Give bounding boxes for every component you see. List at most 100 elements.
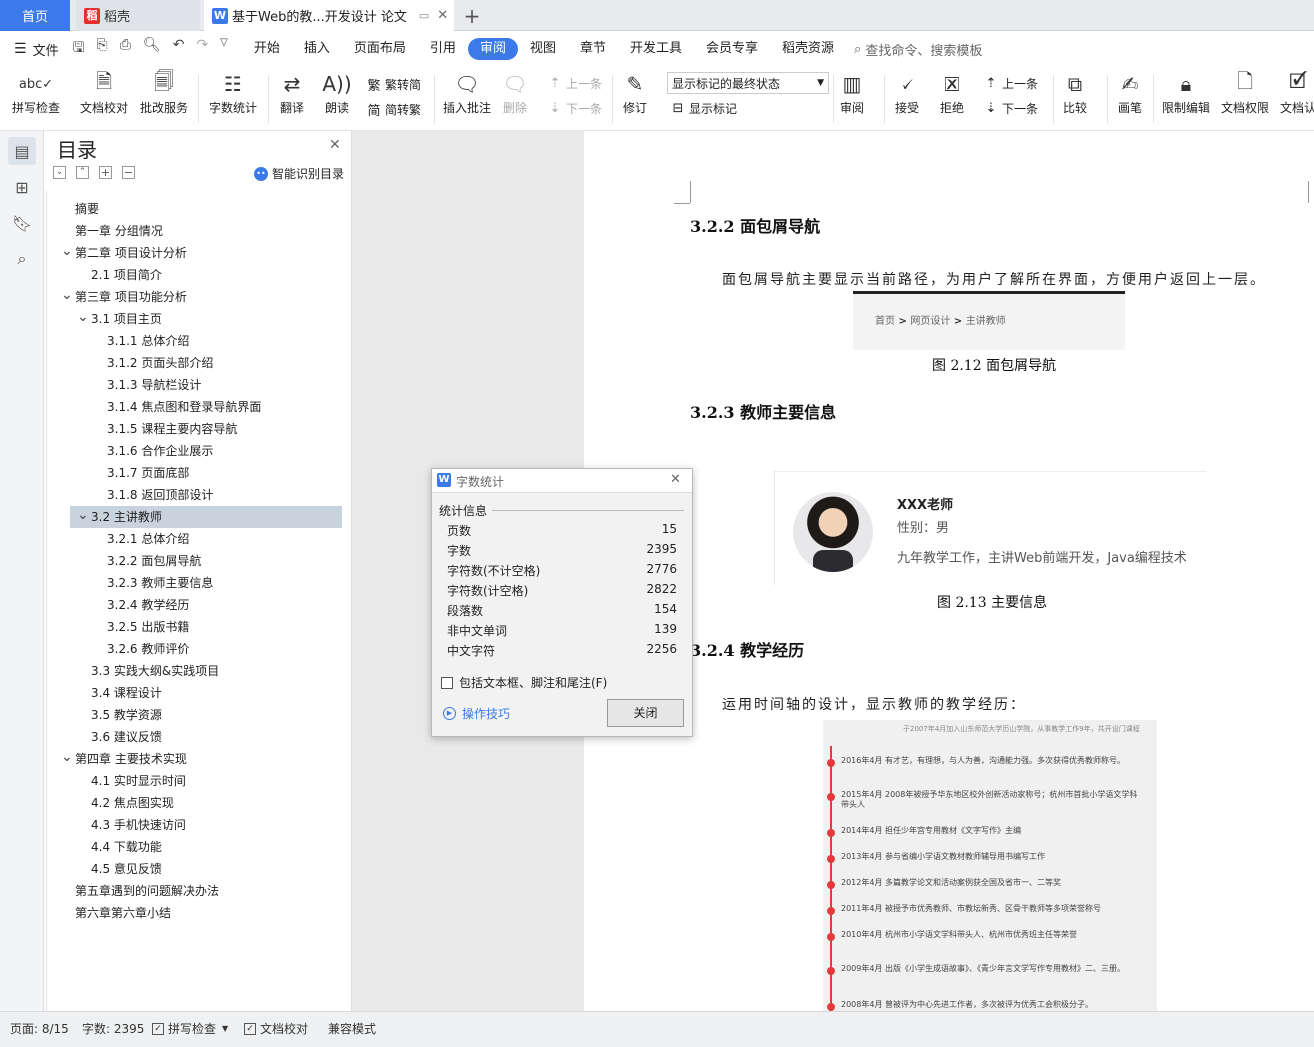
toc-item[interactable]: 3.1 项目主页: [91, 308, 162, 330]
smart-toc-button[interactable]: •• 智能识别目录: [254, 165, 344, 182]
toc-item[interactable]: 3.1.6 合作企业展示: [107, 440, 213, 462]
tab-document[interactable]: W 基于Web的教...开发设计 论文 ▭ ✕: [204, 0, 454, 31]
simp-to-trad-button[interactable]: 简简转繁: [366, 100, 421, 119]
ribbon-tab-2[interactable]: 页面布局: [342, 38, 418, 60]
toc-item[interactable]: 3.2.3 教师主要信息: [107, 572, 213, 594]
dialog-close-icon[interactable]: ✕: [670, 472, 681, 487]
toc-item[interactable]: 第一章 分组情况: [75, 220, 163, 242]
accept-button[interactable]: 🗸 接受: [893, 69, 921, 116]
reject-button[interactable]: 🗷 拒绝: [938, 69, 966, 116]
page-indicator[interactable]: 页面: 8/15: [10, 1020, 69, 1037]
print-preview-icon[interactable]: 🔍︎: [143, 37, 161, 61]
file-menu[interactable]: ☰ 文件: [0, 40, 59, 59]
toc-item[interactable]: 摘要: [75, 198, 99, 220]
batch-service-button[interactable]: 🗐 批改服务: [140, 69, 188, 116]
command-search[interactable]: ⌕ 查找命令、搜索模板: [854, 40, 982, 59]
prev-change-button[interactable]: ⇡ 上一条: [983, 75, 1038, 92]
toc-item[interactable]: 3.2.5 出版书籍: [107, 616, 189, 638]
toc-item[interactable]: 3.1.8 返回顶部设计: [107, 484, 213, 506]
close-tab-icon[interactable]: ✕: [437, 8, 448, 23]
tips-link[interactable]: ▶ 操作技巧: [443, 705, 510, 722]
spell-check-status[interactable]: ✓ 拼写检查 ▼: [152, 1020, 228, 1037]
doc-proof-status[interactable]: ✓ 文档校对: [244, 1020, 308, 1037]
ribbon-tab-9[interactable]: 稻壳资源: [770, 38, 846, 60]
pin-tab-icon[interactable]: ▭: [419, 9, 429, 22]
redo-icon[interactable]: ↷: [196, 37, 208, 61]
bookmark-icon[interactable]: 🔖︎: [8, 209, 36, 237]
word-count-indicator[interactable]: 字数: 2395: [82, 1020, 144, 1037]
toc-item[interactable]: 4.5 意见反馈: [91, 858, 162, 880]
doc-proof-button[interactable]: 🗎 文档校对: [80, 69, 128, 116]
ribbon-tab-1[interactable]: 插入: [292, 38, 342, 60]
toc-item[interactable]: 4.2 焦点图实现: [91, 792, 174, 814]
show-markup-button[interactable]: ⊟ 显示标记: [670, 100, 737, 117]
close-pane-icon[interactable]: ✕: [329, 137, 341, 153]
toc-item[interactable]: 3.2.1 总体介绍: [107, 528, 189, 550]
toc-item[interactable]: 3.1.3 导航栏设计: [107, 374, 201, 396]
toc-item[interactable]: 3.5 教学资源: [91, 704, 162, 726]
document-page[interactable]: 3.2.2 面包屑导航 面包屑导航主要显示当前路径，为用户了解所在界面，方便用户…: [584, 131, 1314, 1011]
toc-item[interactable]: 第五章遇到的问题解决办法: [75, 880, 219, 902]
toc-panel-icon[interactable]: ▤: [8, 137, 36, 165]
ribbon-tab-4[interactable]: 审阅: [467, 38, 518, 60]
spell-check-button[interactable]: abc✓ 拼写检查: [12, 69, 60, 116]
toc-item[interactable]: 第六章第六章小结: [75, 902, 171, 924]
toc-item[interactable]: 3.1.1 总体介绍: [107, 330, 189, 352]
include-textbox-checkbox[interactable]: 包括文本框、脚注和尾注(F): [441, 674, 607, 691]
toc-collapse-chevron-icon[interactable]: ⌄: [77, 508, 89, 522]
word-count-button[interactable]: ☷ 字数统计: [209, 69, 257, 116]
chapter-nav-icon[interactable]: ⊞: [8, 173, 36, 201]
ribbon-tab-6[interactable]: 章节: [568, 38, 618, 60]
customize-toolbar-icon[interactable]: ▽: [220, 37, 228, 61]
close-button[interactable]: 关闭: [607, 699, 684, 727]
track-changes-button[interactable]: ✎ 修订: [621, 69, 649, 116]
ribbon-tab-3[interactable]: 引用: [418, 38, 468, 60]
toc-item[interactable]: 第四章 主要技术实现: [75, 748, 187, 770]
doc-permission-button[interactable]: 🗋 文档权限: [1221, 69, 1269, 116]
next-comment-button[interactable]: ⇣ 下一条: [547, 100, 602, 117]
add-heading-icon[interactable]: +: [99, 166, 112, 179]
ribbon-tab-7[interactable]: 开发工具: [618, 38, 694, 60]
toc-collapse-chevron-icon[interactable]: ⌄: [77, 310, 89, 324]
toc-item[interactable]: 3.1.5 课程主要内容导航: [107, 418, 237, 440]
toc-item[interactable]: 4.3 手机快速访问: [91, 814, 186, 836]
toc-item[interactable]: 3.3 实践大纲&实践项目: [91, 660, 219, 682]
toc-item[interactable]: 2.1 项目简介: [91, 264, 162, 286]
translate-button[interactable]: ⇄ 翻译: [278, 69, 306, 116]
compare-button[interactable]: ⧉ 比较: [1061, 69, 1089, 116]
review-pane-button[interactable]: ▥ 审阅: [838, 69, 866, 116]
toc-item[interactable]: 3.2.2 面包屑导航: [107, 550, 201, 572]
remove-heading-icon[interactable]: −: [122, 166, 135, 179]
undo-icon[interactable]: ↶: [173, 37, 185, 61]
expand-all-icon[interactable]: ⌄: [53, 166, 66, 179]
print-icon[interactable]: ⎙: [120, 37, 131, 61]
toc-item[interactable]: 3.1.2 页面头部介绍: [107, 352, 213, 374]
toc-item[interactable]: 4.1 实时显示时间: [91, 770, 186, 792]
new-tab-button[interactable]: +: [460, 0, 484, 31]
toc-item[interactable]: 第三章 项目功能分析: [75, 286, 187, 308]
read-aloud-button[interactable]: A)) 朗读: [322, 69, 351, 116]
doc-verify-button[interactable]: 🗹 文档认: [1280, 69, 1314, 116]
trad-to-simp-button[interactable]: 繁繁转简: [366, 75, 421, 94]
delete-comment-button[interactable]: 🗨 删除: [501, 69, 529, 116]
toc-item[interactable]: 3.4 课程设计: [91, 682, 162, 704]
export-pdf-icon[interactable]: ⎘: [97, 37, 108, 61]
next-change-button[interactable]: ⇣ 下一条: [983, 100, 1038, 117]
toc-item[interactable]: 3.2.6 教师评价: [107, 638, 189, 660]
toc-item[interactable]: 3.1.7 页面底部: [107, 462, 189, 484]
ribbon-tab-0[interactable]: 开始: [242, 38, 292, 60]
save-icon[interactable]: 🖫: [73, 37, 85, 61]
tab-home[interactable]: 首页: [0, 0, 70, 31]
toc-item[interactable]: 4.4 下载功能: [91, 836, 162, 858]
toc-item[interactable]: 第二章 项目设计分析: [75, 242, 187, 264]
markup-mode-select[interactable]: 显示标记的最终状态 ▼: [667, 72, 829, 94]
find-icon[interactable]: ⌕: [8, 245, 36, 273]
toc-item[interactable]: 3.1.4 焦点图和登录导航界面: [107, 396, 261, 418]
toc-item[interactable]: 3.2 主讲教师: [91, 506, 162, 528]
restrict-edit-button[interactable]: 🔒︎ 限制编辑: [1162, 69, 1210, 116]
toc-item[interactable]: 3.2.4 教学经历: [107, 594, 189, 616]
ribbon-tab-5[interactable]: 视图: [518, 38, 568, 60]
toc-item[interactable]: 3.6 建议反馈: [91, 726, 162, 748]
pen-button[interactable]: ✍ 画笔: [1116, 69, 1144, 116]
tab-daoke[interactable]: 稻 稻壳: [76, 0, 200, 31]
